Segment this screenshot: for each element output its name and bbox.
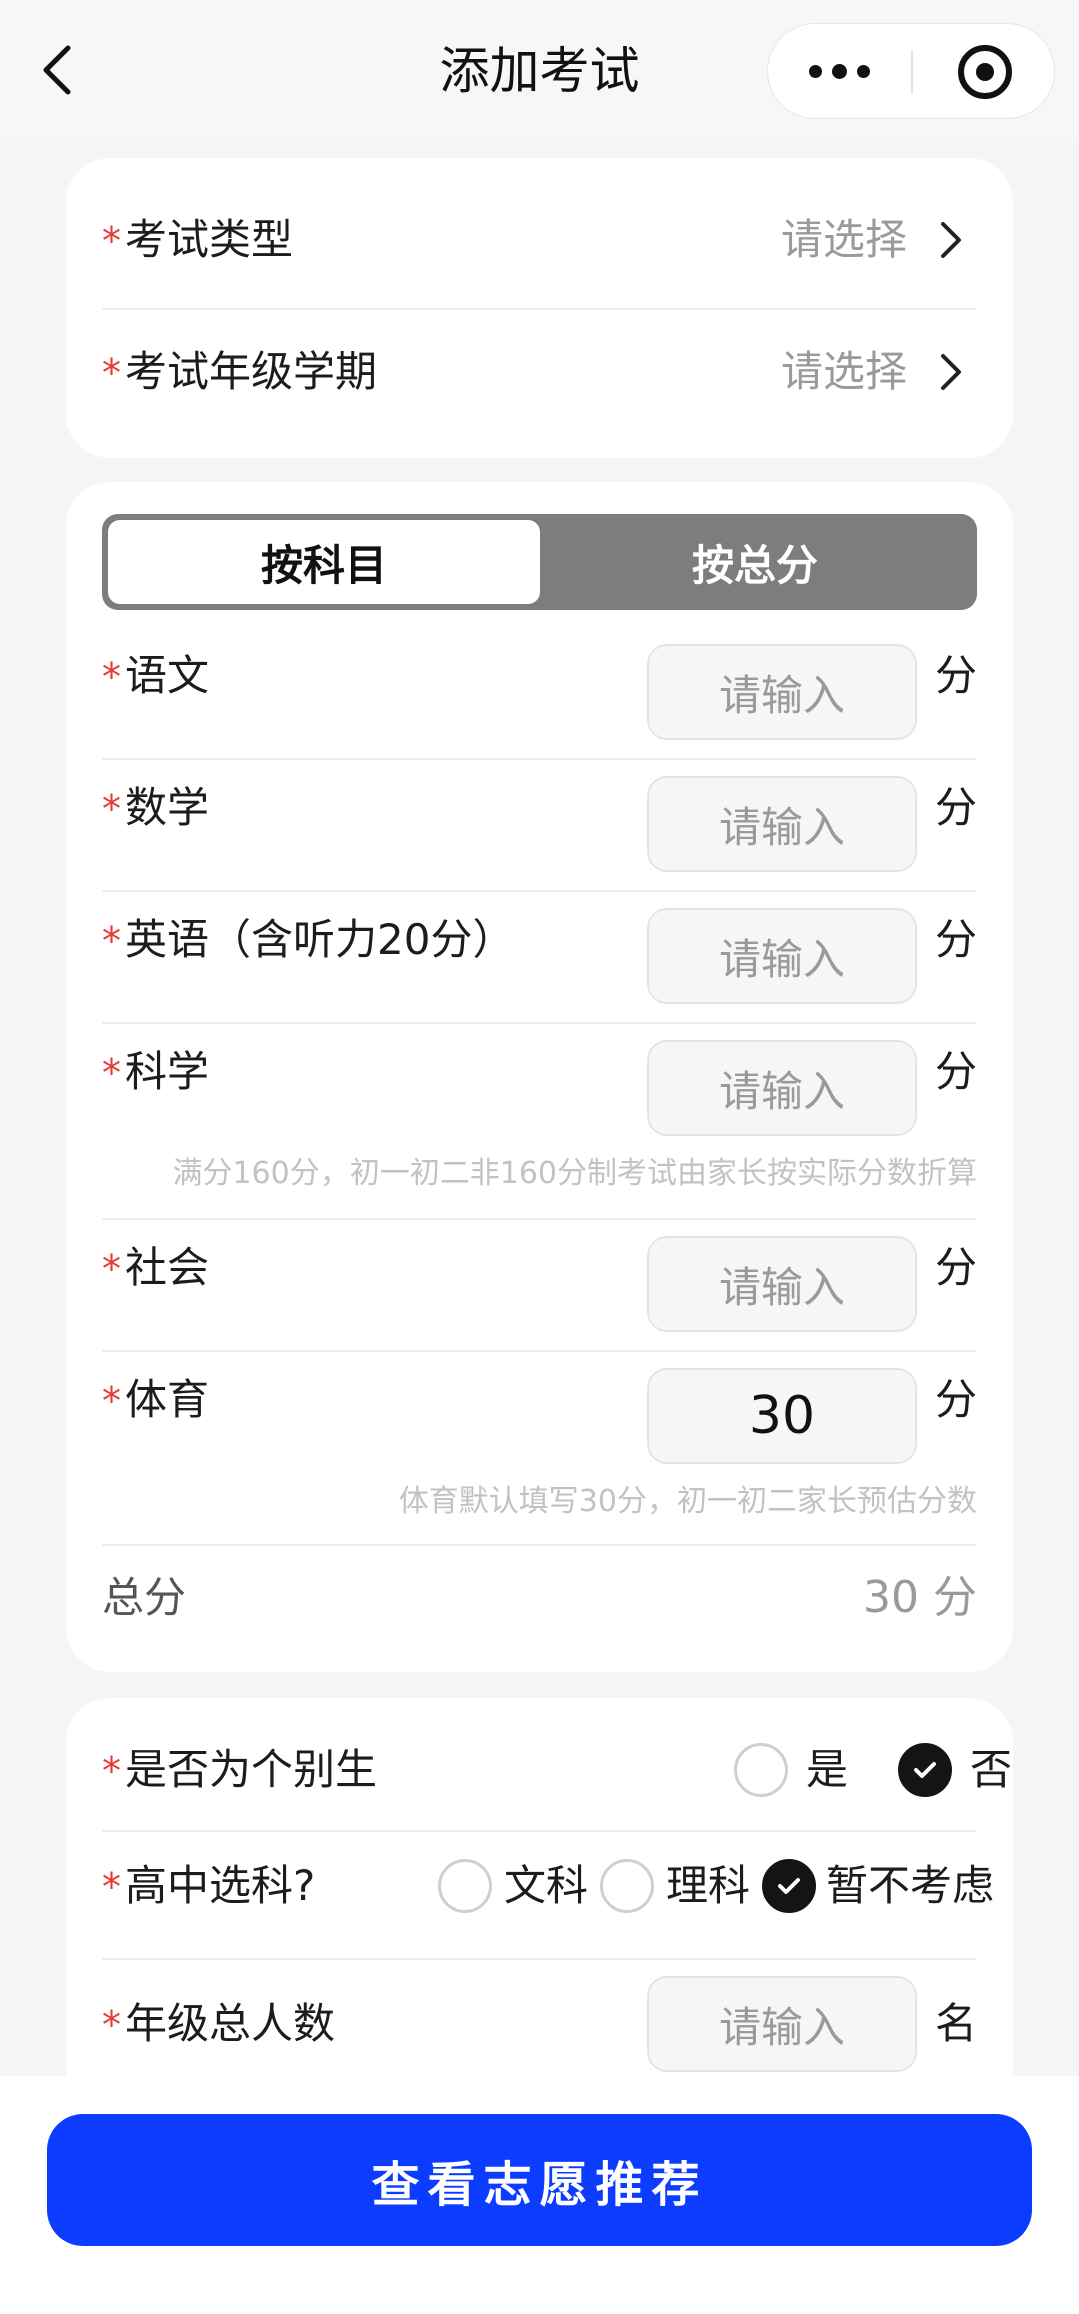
subject-track-label: 高中选科?: [125, 1861, 316, 1910]
subject-row-math: *数学 请输入 分: [102, 774, 977, 874]
english-score-input[interactable]: 请输入: [647, 908, 917, 1004]
science-hint: 满分160分，初一初二非160分制考试由家长按实际分数折算: [172, 1156, 977, 1191]
subject-label: 数学: [125, 783, 210, 832]
track-arts-radio[interactable]: 文科: [438, 1858, 588, 1914]
nav-bar: 添加考试: [0, 0, 1079, 140]
radio-unchecked-icon: [438, 1859, 492, 1913]
unit-label: 分: [934, 1375, 977, 1424]
subject-track-row: *高中选科? 文科 理科 暂不考虑: [102, 1846, 994, 1926]
exam-type-row[interactable]: *考试类型 请选择: [102, 188, 977, 298]
pe-hint: 体育默认填写30分，初一初二家长预估分数: [398, 1484, 977, 1519]
subject-row-pe: *体育 30 分 体育默认填写30分，初一初二家长预估分数: [102, 1366, 977, 1526]
chevron-right-icon: [935, 350, 965, 394]
grade-count-label: 年级总人数: [125, 1999, 336, 2048]
math-score-input[interactable]: 请输入: [647, 776, 917, 872]
exam-grade-term-row[interactable]: *考试年级学期 请选择: [102, 320, 977, 430]
extra-info-card: *是否为个别生 是 否 *高中选科? 文科 理科 暂不考虑 *年级总人数 请输入…: [66, 1698, 1013, 2118]
grade-count-input[interactable]: 请输入: [647, 1976, 917, 2072]
more-dots-icon: [809, 64, 822, 78]
subject-row-science: *科学 请输入 分 满分160分，初一初二非160分制考试由家长按实际分数折算: [102, 1038, 977, 1198]
total-label: 总分: [102, 1573, 187, 1622]
individual-student-row: *是否为个别生 是 否: [102, 1730, 1012, 1810]
chinese-score-input[interactable]: 请输入: [647, 644, 917, 740]
social-score-input[interactable]: 请输入: [647, 1236, 917, 1332]
close-mini-program-button[interactable]: [958, 45, 1012, 99]
unit-label: 分: [934, 915, 977, 964]
subject-label: 英语（含听力20分）: [125, 915, 515, 964]
subject-label: 体育: [125, 1375, 210, 1424]
unit-label: 名: [934, 1999, 977, 2048]
tab-by-subject[interactable]: 按科目: [108, 520, 540, 604]
chevron-right-icon: [935, 218, 965, 262]
individual-student-label: 是否为个别生: [125, 1745, 378, 1794]
radio-checked-icon: [762, 1859, 816, 1913]
unit-label: 分: [934, 1243, 977, 1292]
radio-unchecked-icon: [600, 1859, 654, 1913]
subject-row-social: *社会 请输入 分: [102, 1234, 977, 1334]
individual-no-radio[interactable]: 否: [898, 1742, 1012, 1798]
radio-unchecked-icon: [734, 1743, 788, 1797]
subject-label: 科学: [125, 1047, 210, 1096]
grade-count-row: *年级总人数 请输入 名: [102, 1974, 977, 2074]
exam-info-card: *考试类型 请选择 *考试年级学期 请选择: [66, 158, 1013, 458]
view-recommendation-button[interactable]: 查看志愿推荐: [47, 2114, 1032, 2246]
score-card: 按科目 按总分 *语文 请输入 分 *数学 请输入 分 *英语（含听力20分） …: [66, 482, 1013, 1672]
unit-label: 分: [934, 651, 977, 700]
tab-by-total[interactable]: 按总分: [539, 520, 971, 604]
more-button[interactable]: [768, 24, 911, 118]
target-icon: [976, 63, 994, 81]
unit-label: 分: [934, 1047, 977, 1096]
exam-type-label: 考试类型: [125, 215, 294, 264]
total-value: 30 分: [863, 1572, 977, 1623]
science-score-input[interactable]: 请输入: [647, 1040, 917, 1136]
bottom-action-bar: 查看志愿推荐: [0, 2076, 1079, 2314]
individual-yes-radio[interactable]: 是: [734, 1742, 848, 1798]
mini-program-capsule: [767, 23, 1055, 119]
subject-label: 语文: [125, 651, 210, 700]
subject-row-chinese: *语文 请输入 分: [102, 642, 977, 742]
radio-checked-icon: [898, 1743, 952, 1797]
exam-type-value[interactable]: 请选择: [781, 212, 907, 268]
total-score-row: 总分 30 分: [102, 1566, 977, 1636]
pe-score-input[interactable]: 30: [647, 1368, 917, 1464]
subject-label: 社会: [125, 1243, 210, 1292]
exam-grade-term-value[interactable]: 请选择: [781, 344, 907, 400]
exam-grade-term-label: 考试年级学期: [125, 347, 378, 396]
score-mode-toggle: 按科目 按总分: [102, 514, 977, 610]
unit-label: 分: [934, 783, 977, 832]
track-science-radio[interactable]: 理科: [600, 1858, 750, 1914]
subject-row-english: *英语（含听力20分） 请输入 分: [102, 906, 977, 1006]
track-undecided-radio[interactable]: 暂不考虑: [762, 1858, 994, 1914]
